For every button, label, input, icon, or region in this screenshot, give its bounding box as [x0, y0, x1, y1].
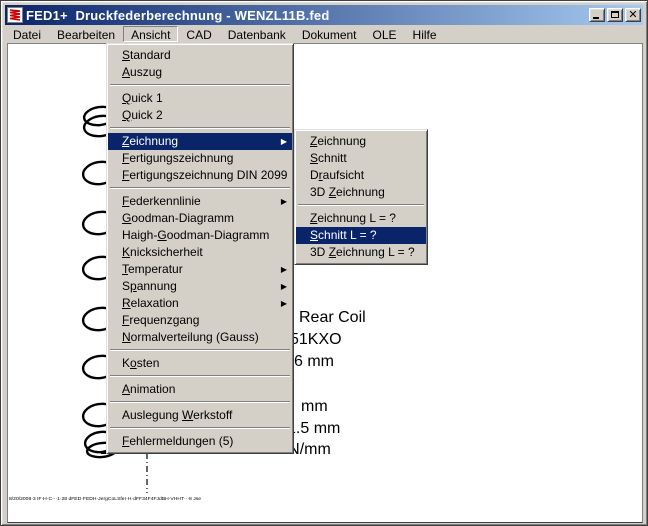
- close-icon: ✕: [626, 8, 640, 21]
- menu-separator: [110, 127, 290, 129]
- ansicht-menu-item-knicksicherheit[interactable]: Knicksicherheit: [108, 244, 292, 261]
- ansicht-menu-item-haigh-goodman-diagramm[interactable]: Haigh-Goodman-Diagramm: [108, 227, 292, 244]
- menu-separator: [110, 427, 290, 429]
- submenu-arrow-icon: ▶: [281, 261, 287, 278]
- menu-item-label: 3D Zeichnung L = ?: [310, 245, 415, 259]
- menu-item-label: Relaxation: [122, 296, 179, 310]
- menu-item-label: Draufsicht: [310, 168, 364, 182]
- ansicht-menu-item-standard[interactable]: Standard: [108, 47, 292, 64]
- maximize-icon: [611, 11, 619, 18]
- menubar-item-cad[interactable]: CAD: [178, 26, 219, 42]
- ansicht-menu-item-fehlermeldungen-5[interactable]: Fehlermeldungen (5): [108, 433, 292, 450]
- window-title: FED1+ Druckfederberechnung - WENZL11B.fe…: [26, 8, 587, 23]
- menu-item-label: Schnitt: [310, 151, 347, 165]
- menu-separator: [298, 204, 424, 206]
- menu-item-label: Animation: [122, 382, 175, 396]
- menubar-item-dokument[interactable]: Dokument: [294, 26, 365, 42]
- ansicht-menu-item-spannung[interactable]: Spannung ▶: [108, 278, 292, 295]
- ansicht-menu-item-kosten[interactable]: Kosten: [108, 355, 292, 372]
- zeichnung-submenu-item-zeichnung[interactable]: Zeichnung: [296, 133, 426, 150]
- ansicht-menu-item-normalverteilung-gauss[interactable]: Normalverteilung (Gauss): [108, 329, 292, 346]
- menu-item-label: Kosten: [122, 356, 159, 370]
- title-bar: FED1+ Druckfederberechnung - WENZL11B.fe…: [5, 5, 643, 25]
- ansicht-menu-item-relaxation[interactable]: Relaxation ▶: [108, 295, 292, 312]
- minimize-icon: [593, 17, 599, 19]
- ansicht-menu-item-fertigungszeichnung-din-2099[interactable]: Fertigungszeichnung DIN 2099: [108, 167, 292, 184]
- submenu-arrow-icon: ▶: [281, 278, 287, 295]
- menubar-item-ansicht[interactable]: Ansicht: [123, 26, 178, 42]
- menu-separator: [110, 401, 290, 403]
- menu-separator: [110, 375, 290, 377]
- menubar-item-bearbeiten[interactable]: Bearbeiten: [49, 26, 123, 42]
- menu-item-label: Haigh-Goodman-Diagramm: [122, 228, 269, 242]
- ansicht-menu-item-zeichnung[interactable]: Zeichnung ▶: [108, 133, 292, 150]
- menu-item-label: Frequenzgang: [122, 313, 199, 327]
- menu-item-label: Fehlermeldungen (5): [122, 434, 233, 448]
- drawing-text: Rear Coil: [299, 309, 366, 327]
- drawing-text: 51KXO: [290, 331, 342, 349]
- ansicht-menu-item-auszug[interactable]: Auszug: [108, 64, 292, 81]
- menubar-item-datei[interactable]: Datei: [5, 26, 49, 42]
- menu-item-label: Standard: [122, 48, 171, 62]
- zeichnung-submenu: Zeichnung Schnitt Draufsicht 3D Zeichnung Ze…: [294, 129, 428, 265]
- ansicht-menu-item-animation[interactable]: Animation: [108, 381, 292, 398]
- menu-separator: [110, 349, 290, 351]
- ansicht-menu-item-fertigungszeichnung[interactable]: Fertigungszeichnung: [108, 150, 292, 167]
- menu-separator: [110, 84, 290, 86]
- menu-item-label: Normalverteilung (Gauss): [122, 330, 259, 344]
- menu-item-label: Goodman-Diagramm: [122, 211, 234, 225]
- submenu-arrow-icon: ▶: [281, 193, 287, 210]
- menu-item-label: Federkennlinie: [122, 194, 201, 208]
- menu-item-label: Spannung: [122, 279, 177, 293]
- menu-item-label: 3D Zeichnung: [310, 185, 385, 199]
- menu-item-label: Fertigungszeichnung DIN 2099: [122, 168, 287, 182]
- menu-item-label: Temperatur: [122, 262, 183, 276]
- menu-item-label: Knicksicherheit: [122, 245, 203, 259]
- submenu-arrow-icon: ▶: [281, 133, 287, 150]
- menu-bar: DateiBearbeitenAnsichtCADDatenbankDokume…: [5, 25, 643, 43]
- ansicht-menu-item-goodman-diagramm[interactable]: Goodman-Diagramm: [108, 210, 292, 227]
- drawing-text: mm: [301, 398, 328, 416]
- ansicht-menu-item-quick-2[interactable]: Quick 2: [108, 107, 292, 124]
- menu-item-label: Quick 1: [122, 91, 163, 105]
- menu-item-label: Auslegung Werkstoff: [122, 408, 232, 422]
- drawing-footer-text: 8/20/2008·3 IF·H·C···1·28 dFED·FEDH·Jerg…: [9, 496, 201, 501]
- menu-item-label: Zeichnung L = ?: [310, 211, 396, 225]
- menu-item-label: Auszug: [122, 65, 162, 79]
- zeichnung-submenu-item-zeichnung-l[interactable]: Zeichnung L = ?: [296, 210, 426, 227]
- menubar-item-hilfe[interactable]: Hilfe: [405, 26, 445, 42]
- ansicht-menu-item-temperatur[interactable]: Temperatur ▶: [108, 261, 292, 278]
- ansicht-menu-item-auslegung-werkstoff[interactable]: Auslegung Werkstoff: [108, 407, 292, 424]
- ansicht-menu-item-federkennlinie[interactable]: Federkennlinie ▶: [108, 193, 292, 210]
- menubar-item-datenbank[interactable]: Datenbank: [220, 26, 294, 42]
- maximize-button[interactable]: [607, 8, 623, 22]
- menu-item-label: Schnitt L = ?: [310, 228, 377, 242]
- close-button[interactable]: ✕: [625, 8, 641, 22]
- zeichnung-submenu-item-schnitt-l[interactable]: Schnitt L = ?: [296, 227, 426, 244]
- drawing-text: 1.5 mm: [287, 420, 340, 438]
- submenu-arrow-icon: ▶: [281, 295, 287, 312]
- menu-separator: [110, 187, 290, 189]
- ansicht-menu-item-frequenzgang[interactable]: Frequenzgang: [108, 312, 292, 329]
- menu-item-label: Zeichnung: [122, 134, 178, 148]
- ansicht-menu-item-quick-1[interactable]: Quick 1: [108, 90, 292, 107]
- menu-item-label: Zeichnung: [310, 134, 366, 148]
- drawing-text: 6 mm: [294, 353, 334, 371]
- app-window: FED1+ Druckfederberechnung - WENZL11B.fe…: [0, 0, 648, 526]
- zeichnung-submenu-item-draufsicht[interactable]: Draufsicht: [296, 167, 426, 184]
- red-spring-icon: [7, 7, 23, 23]
- menu-item-label: Quick 2: [122, 108, 163, 122]
- menubar-item-ole[interactable]: OLE: [365, 26, 405, 42]
- zeichnung-submenu-item-3d-zeichnung-l[interactable]: 3D Zeichnung L = ?: [296, 244, 426, 261]
- menu-item-label: Fertigungszeichnung: [122, 151, 233, 165]
- zeichnung-submenu-item-schnitt[interactable]: Schnitt: [296, 150, 426, 167]
- minimize-button[interactable]: [589, 8, 605, 22]
- ansicht-menu: StandardAuszugQuick 1Quick 2Zeichnung▶Fe…: [106, 43, 294, 454]
- zeichnung-submenu-item-3d-zeichnung[interactable]: 3D Zeichnung: [296, 184, 426, 201]
